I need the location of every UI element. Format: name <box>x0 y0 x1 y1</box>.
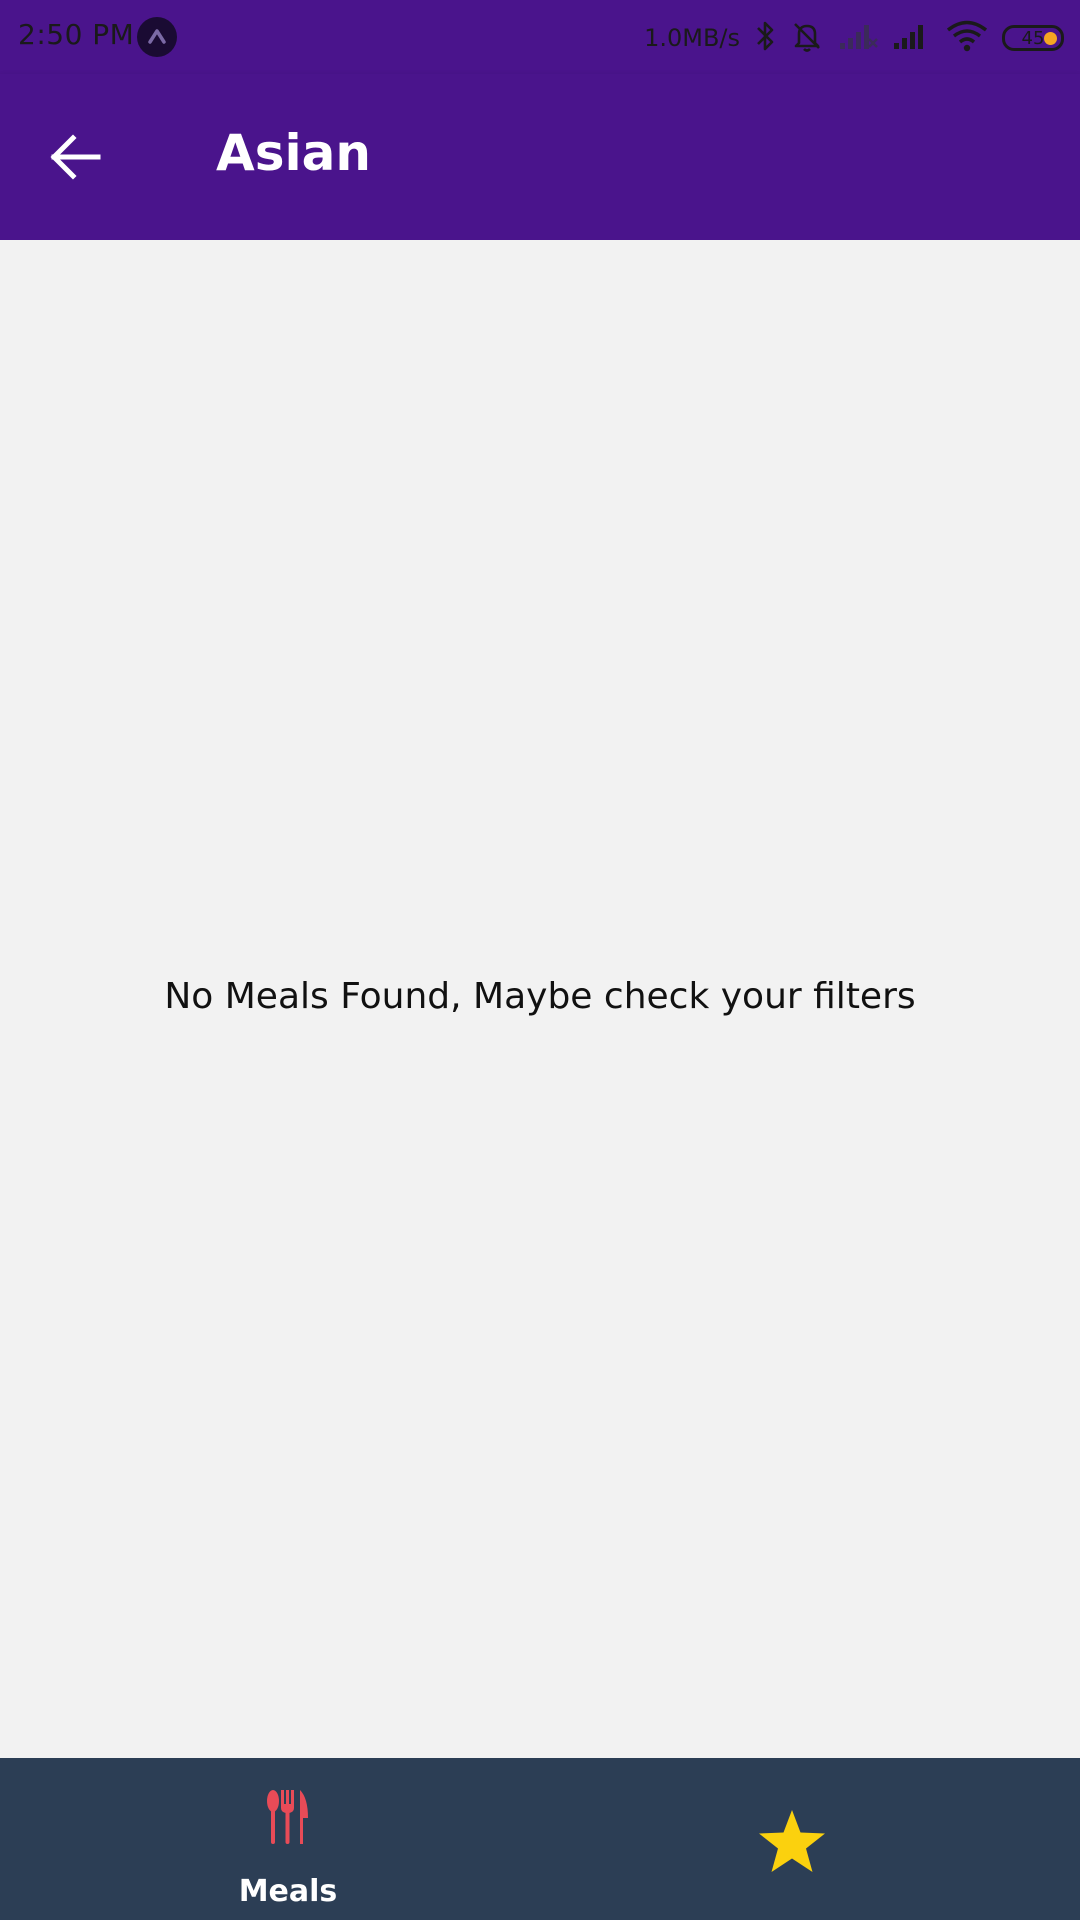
bottom-navigation: Meals <box>0 1758 1080 1920</box>
empty-state-message: No Meals Found, Maybe check your filters <box>164 976 916 1017</box>
tab-meals-label: Meals <box>238 1874 338 1909</box>
signal-icon <box>892 21 932 55</box>
tab-favorites[interactable] <box>540 1758 1080 1920</box>
app-notification-icon <box>137 17 177 57</box>
arrow-back-icon <box>50 134 101 180</box>
tab-meals[interactable]: Meals <box>0 1758 540 1920</box>
signal-empty-icon <box>838 21 878 55</box>
status-bar: 2:50 PM 1.0MB/s 45 <box>0 0 1080 74</box>
page-title: Asian <box>216 124 371 182</box>
back-button[interactable] <box>44 126 106 188</box>
battery-icon: 45 <box>1002 25 1064 51</box>
star-icon <box>756 1808 828 1880</box>
battery-level: 45 <box>1021 27 1045 49</box>
battery-saver-dot <box>1044 32 1057 45</box>
app-bar: Asian <box>0 74 1080 240</box>
silent-bell-icon <box>790 19 824 57</box>
net-speed: 1.0MB/s <box>644 24 740 52</box>
status-icons: 1.0MB/s 45 <box>644 18 1064 58</box>
status-time: 2:50 PM <box>18 18 135 51</box>
bluetooth-icon <box>754 19 776 57</box>
meals-list: No Meals Found, Maybe check your filters <box>0 240 1080 1758</box>
wifi-icon <box>946 19 988 57</box>
restaurant-icon <box>266 1788 310 1850</box>
